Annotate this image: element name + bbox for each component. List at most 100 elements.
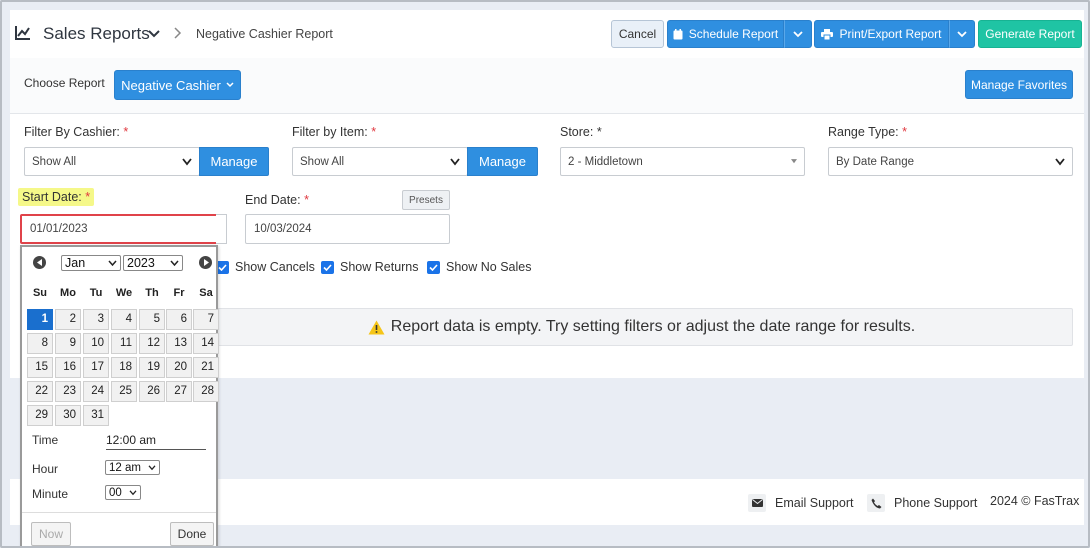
phone-support-link[interactable]: Phone Support [867, 494, 977, 512]
presets-button[interactable]: Presets [402, 190, 450, 210]
checkbox-checked-icon [427, 260, 440, 274]
hour-select[interactable]: 12 am [105, 460, 160, 475]
chevron-down-icon [148, 465, 156, 471]
next-month-icon[interactable] [199, 256, 212, 269]
app-title[interactable]: Sales Reports [43, 24, 150, 44]
calendar-day[interactable]: 26 [139, 381, 165, 402]
chevron-right-icon [174, 27, 182, 39]
now-button[interactable]: Now [31, 522, 71, 546]
range-type-value: By Date Range [836, 155, 914, 168]
time-value: 12:00 am [106, 433, 206, 450]
calendar-day[interactable]: 24 [83, 381, 109, 402]
start-date-value: 01/01/2023 [30, 223, 88, 235]
start-date-label: Start Date: * [18, 188, 95, 206]
required-marker: * [85, 190, 91, 204]
empty-report-message: Report data is empty. Try setting filter… [210, 308, 1073, 346]
calendar-day[interactable]: 4 [111, 309, 137, 330]
manage-favorites-button[interactable]: Manage Favorites [965, 70, 1073, 99]
print-export-dropdown-button[interactable] [949, 20, 975, 48]
calendar-day[interactable]: 31 [83, 405, 109, 426]
choose-report-dropdown[interactable]: Negative Cashier [114, 70, 241, 100]
calendar-day[interactable]: 23 [55, 381, 81, 402]
required-marker: * [902, 125, 908, 139]
minute-value: 00 [109, 486, 122, 499]
chevron-down-icon [182, 158, 192, 166]
calendar-day[interactable]: 15 [27, 357, 53, 378]
chevron-down-icon [170, 260, 179, 267]
schedule-report-button[interactable]: Schedule Report [667, 20, 784, 48]
year-select[interactable]: 2023 [123, 255, 183, 271]
show-returns-label: Show Returns [340, 260, 419, 274]
range-type-label-text: Range Type: [828, 125, 899, 139]
schedule-report-label: Schedule Report [688, 27, 779, 41]
email-support-label: Email Support [775, 496, 854, 510]
chevron-down-icon [450, 158, 460, 166]
app-window: Sales Reports Negative Cashier Report Ca… [0, 0, 1090, 548]
calendar-day[interactable]: 17 [83, 357, 109, 378]
end-date-label-text: End Date: [245, 193, 301, 207]
calendar-day[interactable]: 19 [139, 357, 165, 378]
calendar-day[interactable]: 30 [55, 405, 81, 426]
print-export-button[interactable]: Print/Export Report [814, 20, 949, 48]
warning-icon [368, 320, 385, 334]
calendar-day[interactable]: 20 [166, 357, 192, 378]
store-select[interactable]: 2 - Middletown [560, 147, 805, 176]
cashier-manage-button[interactable]: Manage [199, 147, 269, 176]
calendar-day[interactable]: 2 [55, 309, 81, 330]
calendar-day[interactable]: 12 [139, 333, 165, 354]
datepicker-footer: Now Done [22, 512, 216, 546]
show-cancels-checkbox[interactable]: Show Cancels [216, 260, 315, 274]
calendar-day[interactable]: 14 [193, 333, 219, 354]
required-marker: * [371, 125, 377, 139]
calendar-day[interactable]: 21 [193, 357, 219, 378]
choose-report-row: Choose Report Negative Cashier Manage Fa… [10, 58, 1084, 114]
calendar-day[interactable]: 8 [27, 333, 53, 354]
calendar-day[interactable]: 25 [111, 381, 137, 402]
calendar-day[interactable]: 27 [166, 381, 192, 402]
item-filter-select[interactable]: Show All [292, 147, 468, 176]
datepicker-popup: Jan 2023 Su Mo Tu We Th Fr Sa 1234567891… [20, 245, 219, 546]
print-export-label: Print/Export Report [839, 27, 942, 41]
calendar-day[interactable]: 1 [27, 309, 53, 330]
cashier-filter-select[interactable]: Show All [24, 147, 200, 176]
minute-select[interactable]: 00 [105, 485, 141, 500]
done-button[interactable]: Done [170, 522, 214, 546]
generate-report-button[interactable]: Generate Report [978, 20, 1082, 48]
checkbox-checked-icon [321, 260, 334, 274]
show-returns-checkbox[interactable]: Show Returns [321, 260, 419, 274]
calendar-day[interactable]: 29 [27, 405, 53, 426]
empty-message-text: Report data is empty. Try setting filter… [390, 318, 916, 335]
schedule-dropdown-button[interactable] [784, 20, 812, 48]
calendar-day[interactable]: 6 [166, 309, 192, 330]
weekday-label: Mo [60, 287, 76, 299]
calendar-day[interactable]: 5 [139, 309, 165, 330]
item-manage-button[interactable]: Manage [467, 147, 538, 176]
cancel-button[interactable]: Cancel [611, 20, 664, 48]
range-type-select[interactable]: By Date Range [828, 147, 1073, 176]
calendar-day[interactable]: 10 [83, 333, 109, 354]
end-date-input[interactable]: 10/03/2024 [245, 214, 450, 244]
calendar-day[interactable]: 11 [111, 333, 137, 354]
email-support-link[interactable]: Email Support [748, 494, 854, 512]
start-date-input[interactable]: 01/01/2023 [20, 214, 218, 244]
start-date-input-edge [216, 214, 227, 244]
calendar-day[interactable]: 22 [27, 381, 53, 402]
prev-month-icon[interactable] [33, 256, 46, 269]
show-no-sales-checkbox[interactable]: Show No Sales [427, 260, 531, 274]
month-select[interactable]: Jan [61, 255, 121, 271]
calendar-day[interactable]: 7 [193, 309, 219, 330]
printer-icon [821, 28, 834, 40]
minute-label: Minute [32, 487, 69, 501]
calendar-day[interactable]: 18 [111, 357, 137, 378]
calendar-day[interactable]: 16 [55, 357, 81, 378]
required-marker: * [123, 125, 129, 139]
weekday-label: Tu [89, 287, 103, 299]
calendar-day[interactable]: 9 [55, 333, 81, 354]
calendar-day[interactable]: 3 [83, 309, 109, 330]
weekday-label: Sa [199, 287, 213, 299]
calendar-day[interactable]: 13 [166, 333, 192, 354]
chevron-down-icon[interactable] [148, 30, 160, 38]
show-cancels-label: Show Cancels [235, 260, 315, 274]
calendar-day[interactable]: 28 [193, 381, 219, 402]
choose-report-value: Negative Cashier [121, 77, 221, 93]
